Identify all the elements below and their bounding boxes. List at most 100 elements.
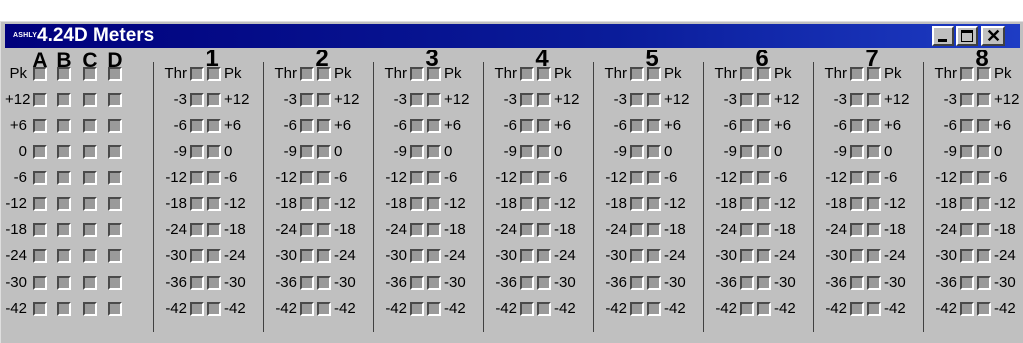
input-b-meter-led — [57, 145, 71, 159]
level-label: +12 — [444, 91, 470, 108]
gain-reduction-label: -30 — [385, 247, 407, 264]
level-label: +12 — [664, 91, 690, 108]
close-button[interactable]: ✕ — [981, 26, 1005, 46]
channel-4-gain-reduction-led — [520, 119, 534, 133]
gain-reduction-label: -3 — [173, 91, 187, 108]
input-b-meter-led — [57, 93, 71, 107]
channel-8-level-led — [977, 197, 991, 211]
level-label: -18 — [994, 221, 1016, 238]
level-label: -42 — [334, 300, 356, 317]
channel-4-level-led — [537, 223, 551, 237]
channel-3-gain-reduction-led — [410, 119, 424, 133]
channel-2-level-led — [317, 145, 331, 159]
level-label: -18 — [334, 221, 356, 238]
peak-label: Pk — [884, 65, 902, 82]
level-label: -18 — [664, 221, 686, 238]
minimize-button[interactable] — [932, 26, 954, 46]
channel-3-level-led — [427, 197, 441, 211]
input-b-meter-led — [57, 119, 71, 133]
level-label: -6 — [994, 169, 1008, 186]
channel-2-gain-reduction-led — [300, 93, 314, 107]
input-c-meter-led — [83, 145, 97, 159]
threshold-label: Thr — [494, 65, 518, 82]
gain-reduction-label: -24 — [715, 221, 737, 238]
channel-8-level-led — [977, 302, 991, 316]
channel-2-gain-reduction-led — [300, 171, 314, 185]
channel-1-level-led — [207, 276, 221, 290]
channel-1-level-led — [207, 145, 221, 159]
channel-7-level-led — [867, 276, 881, 290]
channel-8-peak-led — [977, 67, 991, 81]
input-c-meter-led — [83, 302, 97, 316]
level-label: -12 — [774, 195, 796, 212]
channel-5-level-led — [647, 119, 661, 133]
gain-reduction-label: -3 — [613, 91, 627, 108]
channel-1-gain-reduction-led — [190, 171, 204, 185]
channel-2-gain-reduction-led — [300, 197, 314, 211]
gain-reduction-label: -3 — [943, 91, 957, 108]
channel-7-gain-reduction-led — [850, 145, 864, 159]
channel-7-gain-reduction-led — [850, 302, 864, 316]
channel-4-gain-reduction-led — [520, 302, 534, 316]
channel-6-level-led — [757, 302, 771, 316]
gain-reduction-label: -36 — [385, 274, 407, 291]
channel-separator — [923, 62, 924, 332]
channel-2-gain-reduction-led — [300, 223, 314, 237]
gain-reduction-label: -42 — [495, 300, 517, 317]
channel-5-gain-reduction-led — [630, 302, 644, 316]
gain-reduction-label: -18 — [715, 195, 737, 212]
input-d-meter-led — [108, 171, 122, 185]
gain-reduction-label: -36 — [715, 274, 737, 291]
input-c-meter-led — [83, 249, 97, 263]
channel-3-gain-reduction-led — [410, 171, 424, 185]
input-d-meter-led — [108, 93, 122, 107]
channel-8-level-led — [977, 119, 991, 133]
channel-6-level-led — [757, 145, 771, 159]
gain-reduction-label: -24 — [385, 221, 407, 238]
level-label: -18 — [554, 221, 576, 238]
gain-reduction-label: -6 — [723, 117, 737, 134]
gain-reduction-label: -24 — [275, 221, 297, 238]
channel-2-level-led — [317, 197, 331, 211]
channel-3-level-led — [427, 93, 441, 107]
channel-6-gain-reduction-led — [740, 119, 754, 133]
channel-5-level-led — [647, 249, 661, 263]
peak-label: Pk — [774, 65, 792, 82]
channel-7-gain-reduction-led — [850, 93, 864, 107]
level-label: 0 — [224, 143, 233, 160]
gain-reduction-label: -3 — [283, 91, 297, 108]
channel-4-level-led — [537, 119, 551, 133]
channel-3-level-led — [427, 223, 441, 237]
channel-8-level-led — [977, 145, 991, 159]
level-label: -12 — [664, 195, 686, 212]
channel-8-gain-reduction-led — [960, 223, 974, 237]
channel-separator — [263, 62, 264, 332]
input-level-label: -18 — [5, 221, 27, 238]
channel-8-gain-reduction-led — [960, 197, 974, 211]
channel-2-level-led — [317, 171, 331, 185]
maximize-button[interactable] — [956, 26, 978, 46]
level-label: +12 — [994, 91, 1020, 108]
channel-separator — [373, 62, 374, 332]
gain-reduction-label: -9 — [283, 143, 297, 160]
gain-reduction-label: -3 — [723, 91, 737, 108]
gain-reduction-label: -9 — [393, 143, 407, 160]
input-a-meter-led — [33, 249, 47, 263]
input-b-meter-led — [57, 171, 71, 185]
gain-reduction-label: -12 — [605, 169, 627, 186]
level-label: +12 — [554, 91, 580, 108]
channel-5-gain-reduction-led — [630, 171, 644, 185]
channel-6-gain-reduction-led — [740, 171, 754, 185]
level-label: -42 — [774, 300, 796, 317]
channel-5-level-led — [647, 276, 661, 290]
gain-reduction-label: -30 — [165, 247, 187, 264]
channel-7-gain-reduction-led — [850, 249, 864, 263]
gain-reduction-label: -9 — [173, 143, 187, 160]
maximize-icon — [961, 30, 973, 42]
channel-2-gain-reduction-led — [300, 145, 314, 159]
channel-4-gain-reduction-led — [520, 145, 534, 159]
title-bar[interactable]: ASHLY 4.24D Meters ✕ — [5, 24, 1020, 48]
level-label: -18 — [224, 221, 246, 238]
level-label: -12 — [334, 195, 356, 212]
channel-5-gain-reduction-led — [630, 276, 644, 290]
